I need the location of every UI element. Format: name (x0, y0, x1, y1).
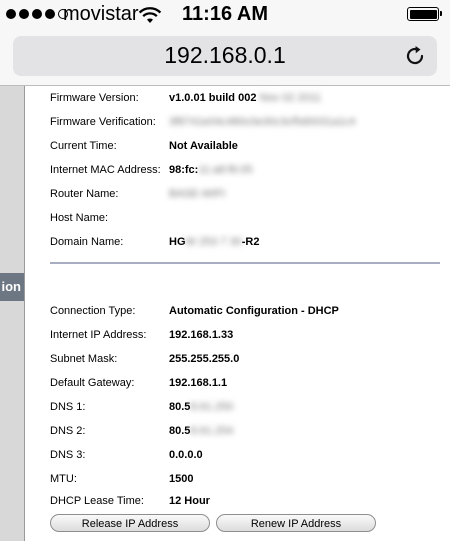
field-value: 192.168.1.33 (169, 329, 234, 341)
field-value: 0.0.0.0 (169, 449, 203, 461)
field-label: DNS 1: (50, 401, 86, 413)
field-value: 80.5 (169, 425, 191, 437)
status-time: 11:16 AM (182, 3, 268, 25)
field-label: Internet IP Address: (50, 329, 147, 341)
field-value: 12 Hour (169, 495, 210, 507)
field-value: Automatic Configuration - DHCP (169, 305, 339, 317)
field-label: DNS 3: (50, 449, 86, 461)
field-label: Current Time: (50, 140, 117, 152)
field-label: Internet MAC Address: (50, 164, 161, 176)
field-value: v1.0.01 build 002 (169, 92, 257, 104)
field-value: 255.255.255.0 (169, 353, 240, 365)
redacted-text: Nov 02 2011 (259, 92, 322, 104)
field-label: DHCP Lease Time: (50, 495, 144, 507)
field-label: MTU: (50, 473, 77, 485)
row-firmware-verification: Firmware Verification: 3f8741e04c480c0e3… (50, 116, 450, 134)
field-label: Router Name: (50, 188, 119, 200)
row-router-name: Router Name: BASE-WIFI (50, 188, 450, 206)
row-domain-name: Domain Name: HGW 253 7 30-R2 (50, 236, 450, 254)
renew-ip-button[interactable]: Renew IP Address (216, 514, 376, 532)
redacted-text: 8.61.254 (190, 425, 234, 437)
row-dns-3: DNS 3: 0.0.0.0 (50, 449, 450, 467)
redacted-text: BASE-WIFI (169, 188, 226, 200)
browser-chrome: movistar 11:16 AM 192.168.0.1 (0, 0, 450, 86)
sidebar-border (24, 86, 25, 541)
field-value: 80.5 (169, 401, 191, 413)
field-value: 98:fc: (169, 164, 199, 176)
row-default-gateway: Default Gateway: 192.168.1.1 (50, 377, 450, 395)
row-host-name: Host Name: (50, 212, 450, 230)
redacted-text: 8.61.250 (190, 401, 234, 413)
field-label: DNS 2: (50, 425, 86, 437)
release-ip-button[interactable]: Release IP Address (50, 514, 210, 532)
field-value-suffix: -R2 (241, 236, 260, 248)
reload-icon[interactable] (403, 44, 427, 68)
redacted-text: W 253 7 30 (185, 236, 242, 248)
row-subnet-mask: Subnet Mask: 255.255.255.0 (50, 353, 450, 371)
field-value: HG (169, 236, 186, 248)
row-current-time: Current Time: Not Available (50, 140, 450, 158)
field-value: Not Available (169, 140, 238, 152)
field-label: Domain Name: (50, 236, 124, 248)
row-firmware-version: Firmware Version: v1.0.01 build 002 Nov … (50, 92, 450, 110)
field-value: 192.168.1.1 (169, 377, 228, 389)
address-bar[interactable]: 192.168.0.1 (13, 36, 437, 76)
row-dns-1: DNS 1: 80.58.61.250 (50, 401, 450, 419)
field-label: Subnet Mask: (50, 353, 118, 365)
row-internet-ip: Internet IP Address: 192.168.1.33 (50, 329, 450, 347)
sidebar (0, 86, 24, 541)
sidebar-item-active[interactable]: ion (0, 273, 24, 301)
redacted-text: 3f8741e04c480c0e30c3cf5d0031a1c4 (169, 116, 356, 128)
field-label: Firmware Version: (50, 92, 139, 104)
field-label: Host Name: (50, 212, 109, 224)
row-dns-2: DNS 2: 80.58.61.254 (50, 425, 450, 443)
row-connection-type: Connection Type: Automatic Configuration… (50, 305, 450, 323)
redacted-text: 11:a8:f6:05 (198, 164, 253, 176)
field-label: Connection Type: (50, 305, 136, 317)
field-value: 1500 (169, 473, 194, 485)
field-label: Firmware Verification: (50, 116, 156, 128)
field-label: Default Gateway: (50, 377, 135, 389)
row-internet-mac: Internet MAC Address: 98:fc:11:a8:f6:05 (50, 164, 450, 182)
battery-icon (407, 7, 442, 21)
row-mtu: MTU: 1500 (50, 473, 450, 491)
url-text: 192.168.0.1 (164, 42, 286, 68)
section-divider (50, 262, 440, 264)
status-bar: movistar 11:16 AM (0, 0, 450, 30)
row-dhcp-lease-time: DHCP Lease Time: 12 Hour (50, 495, 450, 513)
